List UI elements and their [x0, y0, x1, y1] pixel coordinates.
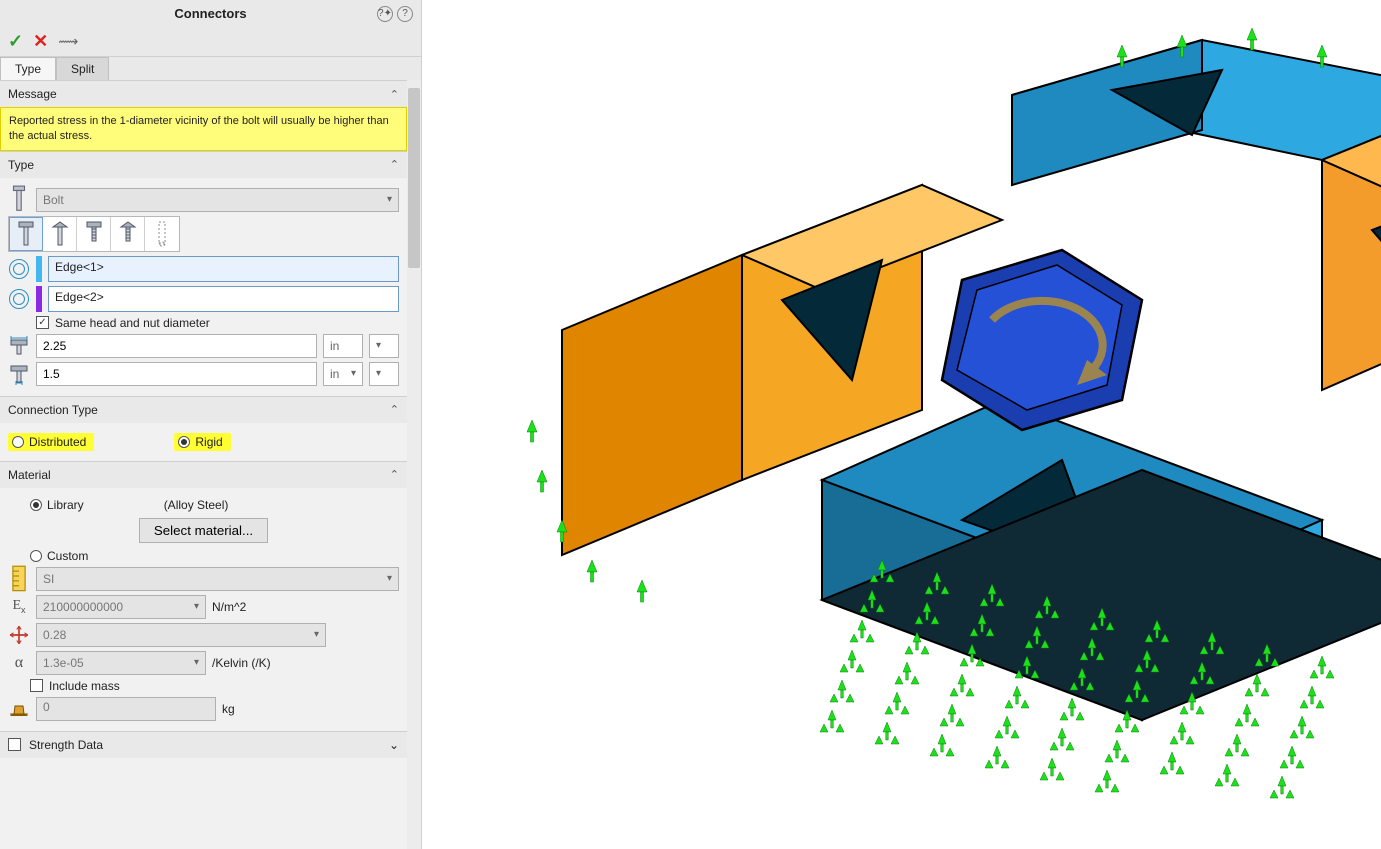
same-diameter-label: Same head and nut diameter [55, 316, 210, 330]
youngs-modulus-unit: N/m^2 [212, 600, 246, 614]
thermal-expansion-input[interactable]: 1.3e-05▾ [36, 651, 206, 675]
section-message: Message ⌃ Reported stress in the 1-diame… [0, 80, 407, 151]
bolt-subtype-2[interactable] [43, 217, 77, 251]
mass-icon [8, 698, 30, 720]
section-type: Type ⌃ Bolt ▾ [0, 151, 407, 396]
shank-diameter-unit[interactable]: in▾ [323, 362, 363, 386]
message-header[interactable]: Message ⌃ [0, 81, 407, 107]
panel-scroll[interactable]: Message ⌃ Reported stress in the 1-diame… [0, 80, 421, 849]
poisson-icon [8, 624, 30, 646]
thermal-expansion-unit: /Kelvin (/K) [212, 656, 271, 670]
bolt-subtype-3[interactable] [77, 217, 111, 251]
mass-input[interactable]: 0 [36, 697, 216, 721]
thermal-expansion-icon: α [8, 652, 30, 674]
bolt-subtype-5[interactable] [145, 217, 179, 251]
panel-title: Connectors [174, 6, 246, 21]
radio-distributed[interactable] [12, 436, 24, 448]
graphics-viewport[interactable] [422, 0, 1381, 849]
include-mass-check[interactable] [30, 679, 43, 692]
tab-split[interactable]: Split [56, 57, 109, 80]
select-material-button[interactable]: Select material... [139, 518, 268, 543]
unit-system-select[interactable]: SI▾ [36, 567, 399, 591]
library-label: Library [47, 498, 84, 512]
include-mass-label: Include mass [49, 679, 120, 693]
chevron-up-icon: ⌃ [390, 158, 399, 171]
connection-type-header[interactable]: Connection Type ⌃ [0, 397, 407, 423]
radio-custom[interactable] [30, 550, 42, 562]
poisson-input[interactable]: 0.28▾ [36, 623, 326, 647]
units-icon [8, 568, 30, 590]
bolt-subtype-icons [8, 216, 180, 252]
help-tip-icon[interactable]: ?✦ [377, 6, 393, 22]
head-diameter-dd[interactable]: ▾ [369, 334, 399, 358]
same-diameter-check[interactable] [36, 316, 49, 329]
property-panel: Connectors ?✦ ? ✓ ✕ ⟿ Type Split Message… [0, 0, 422, 849]
chevron-up-icon: ⌃ [390, 468, 399, 481]
tab-type[interactable]: Type [0, 57, 56, 80]
head-diam-icon [8, 335, 30, 357]
youngs-modulus-input[interactable]: 210000000000▾ [36, 595, 206, 619]
edge2-field[interactable]: Edge<2> [48, 286, 399, 312]
head-diameter-unit[interactable]: in [323, 334, 363, 358]
chevron-up-icon: ⌃ [390, 403, 399, 416]
help-icons: ?✦ ? [377, 6, 413, 22]
type-header-label: Type [8, 158, 34, 172]
custom-label: Custom [47, 549, 88, 563]
material-header-label: Material [8, 468, 51, 482]
rigid-label: Rigid [195, 435, 222, 449]
panel-header: Connectors ?✦ ? [0, 0, 421, 27]
pin-button[interactable]: ⟿ [58, 33, 78, 50]
ok-button[interactable]: ✓ [8, 31, 23, 52]
section-material: Material ⌃ Library (Alloy Steel) Select … [0, 461, 407, 731]
material-header[interactable]: Material ⌃ [0, 462, 407, 488]
material-library-radio[interactable]: Library [30, 498, 84, 512]
connection-type-header-label: Connection Type [8, 403, 98, 417]
edge1-value: Edge<1> [55, 260, 104, 274]
radio-library[interactable] [30, 499, 42, 511]
type-header[interactable]: Type ⌃ [0, 152, 407, 178]
action-row: ✓ ✕ ⟿ [0, 27, 421, 57]
connection-type-rigid[interactable]: Rigid [174, 433, 230, 451]
radio-rigid[interactable] [178, 436, 190, 448]
connection-type-distributed[interactable]: Distributed [8, 433, 94, 451]
youngs-modulus-icon: Ex [8, 596, 30, 618]
edge2-icon [8, 288, 30, 310]
edge2-value: Edge<2> [55, 290, 104, 304]
material-custom-radio[interactable]: Custom [30, 549, 88, 563]
connector-type-select[interactable]: Bolt ▾ [36, 188, 399, 212]
tab-row: Type Split [0, 57, 421, 80]
strength-data-label: Strength Data [29, 738, 103, 752]
edge1-field[interactable]: Edge<1> [48, 256, 399, 282]
edge2-color [36, 286, 42, 312]
chevron-down-icon: ⌄ [389, 738, 399, 752]
mass-unit: kg [222, 702, 235, 716]
section-connection-type: Connection Type ⌃ Distributed Rigid [0, 396, 407, 461]
edge1-color [36, 256, 42, 282]
bolt-icon [8, 189, 30, 211]
connector-type-value: Bolt [43, 193, 64, 207]
edge1-icon [8, 258, 30, 280]
strength-data-check[interactable] [8, 738, 21, 751]
scrollbar-thumb[interactable] [408, 88, 420, 268]
message-body: Reported stress in the 1-diameter vicini… [0, 107, 407, 151]
shank-diameter-dd[interactable]: ▾ [369, 362, 399, 386]
shank-diam-icon [8, 363, 30, 385]
distributed-label: Distributed [29, 435, 86, 449]
scrollbar[interactable] [407, 80, 421, 849]
library-name: (Alloy Steel) [164, 498, 229, 512]
help-icon[interactable]: ? [397, 6, 413, 22]
section-strength[interactable]: Strength Data ⌄ [0, 731, 407, 758]
bolt-subtype-4[interactable] [111, 217, 145, 251]
shank-diameter-input[interactable] [36, 362, 317, 386]
chevron-down-icon: ▾ [387, 194, 392, 205]
chevron-up-icon: ⌃ [390, 88, 399, 101]
bolt-subtype-1[interactable] [9, 217, 43, 251]
cancel-button[interactable]: ✕ [33, 31, 48, 52]
model-render [422, 0, 1381, 849]
message-header-label: Message [8, 87, 57, 101]
head-diameter-input[interactable] [36, 334, 317, 358]
